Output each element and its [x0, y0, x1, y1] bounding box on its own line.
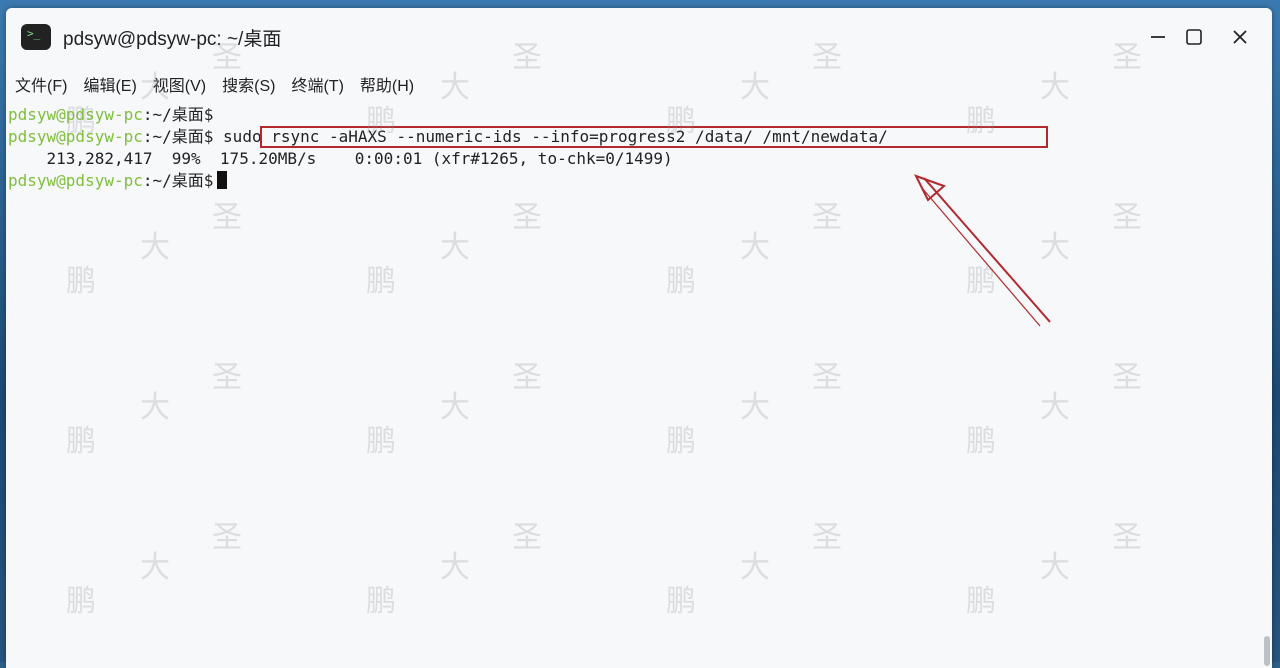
title-bar[interactable]: >_ pdsyw@pdsyw-pc: ~/桌面: [6, 8, 1272, 66]
prompt-user-host: pdsyw@pdsyw-pc: [8, 127, 143, 146]
terminal-line: pdsyw@pdsyw-pc:~/桌面$: [8, 104, 213, 126]
close-button[interactable]: [1222, 22, 1258, 52]
command-highlight-box: [260, 126, 1048, 148]
text-cursor: [217, 171, 228, 189]
close-icon: [1233, 30, 1247, 44]
prompt-path: :~/桌面$: [142, 105, 214, 124]
prompt-path: :~/桌面$: [142, 171, 214, 190]
menu-help[interactable]: 帮助(H): [360, 72, 414, 96]
window-title: pdsyw@pdsyw-pc: ~/桌面: [63, 29, 282, 50]
minimize-icon: [1151, 36, 1165, 38]
rsync-progress-output: 213,282,417 99% 175.20MB/s 0:00:01 (xfr#…: [8, 149, 673, 168]
terminal-icon: >_: [21, 24, 51, 50]
prompt-user-host: pdsyw@pdsyw-pc: [8, 171, 143, 190]
menu-view[interactable]: 视图(V): [153, 72, 206, 96]
prompt-path: :~/桌面$: [142, 127, 214, 146]
menu-terminal[interactable]: 终端(T): [291, 72, 343, 96]
minimize-button[interactable]: [1140, 22, 1176, 52]
terminal-output-area[interactable]: pdsyw@pdsyw-pc:~/桌面$ pdsyw@pdsyw-pc:~/桌面…: [6, 102, 1256, 668]
menu-search[interactable]: 搜索(S): [222, 72, 275, 96]
terminal-line: pdsyw@pdsyw-pc:~/桌面$: [8, 170, 228, 192]
menu-bar: 文件(F) 编辑(E) 视图(V) 搜索(S) 终端(T) 帮助(H): [6, 66, 1272, 102]
terminal-prompt-glyph: >_: [27, 27, 41, 40]
maximize-button[interactable]: [1176, 22, 1212, 52]
prompt-user-host: pdsyw@pdsyw-pc: [8, 105, 143, 124]
maximize-icon: [1186, 29, 1202, 45]
menu-edit[interactable]: 编辑(E): [83, 72, 136, 96]
terminal-window: >_ pdsyw@pdsyw-pc: ~/桌面 文件(F) 编辑(E) 视图(V…: [6, 8, 1272, 668]
menu-file[interactable]: 文件(F): [15, 72, 67, 96]
